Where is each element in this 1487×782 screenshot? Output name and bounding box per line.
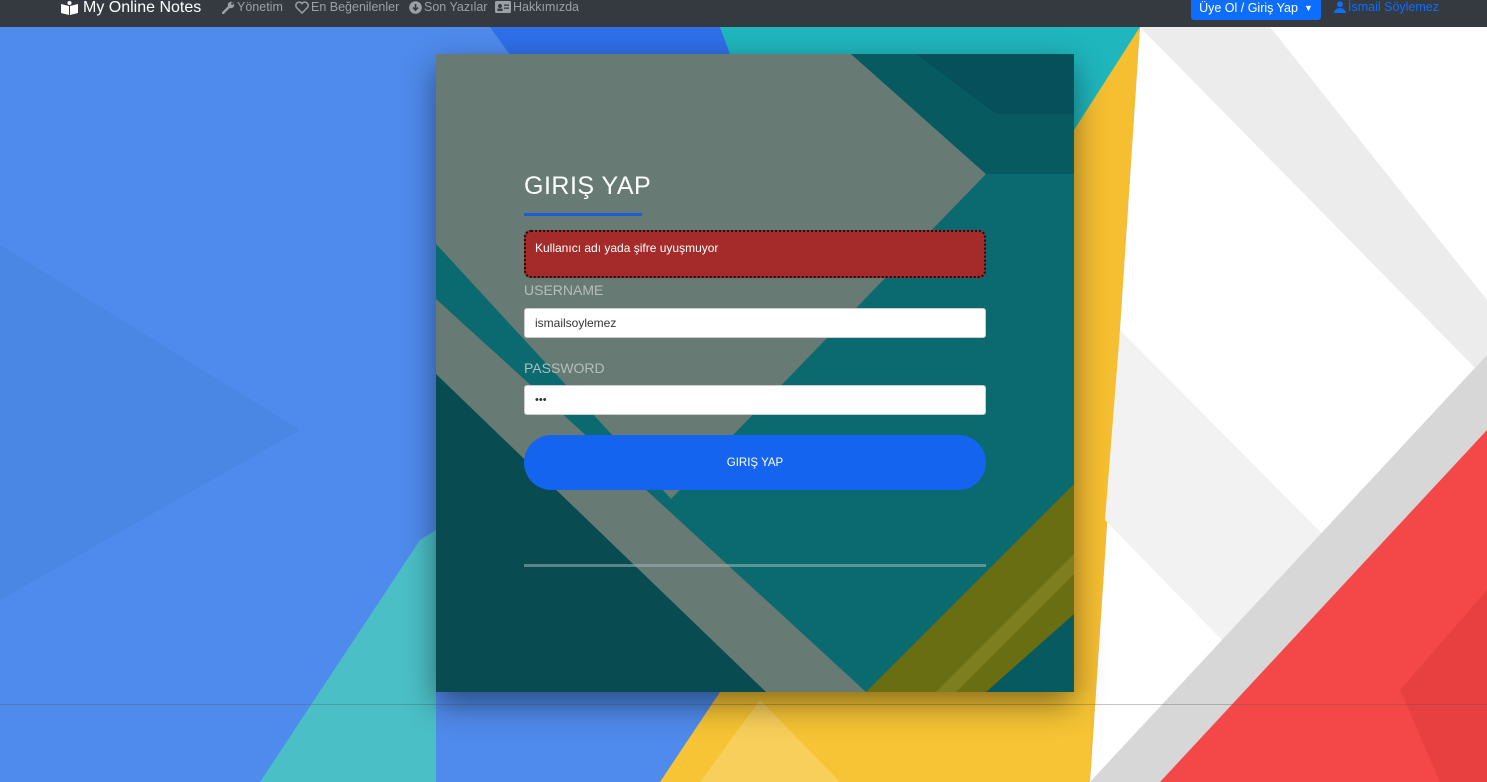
footer-divider — [0, 704, 1487, 705]
nav-link-label: Yönetim — [237, 0, 283, 14]
title-underline — [524, 213, 642, 216]
nav-link-label: En Beğenilenler — [311, 0, 400, 14]
arrow-circle-down-icon — [409, 0, 422, 14]
login-card: GIRIŞ YAP Kullanıcı adı yada şifre uyuşm… — [436, 54, 1074, 692]
nav-link-yonetim[interactable]: Yönetim — [222, 0, 283, 16]
account-dropdown-button[interactable]: Üye Ol / Giriş Yap ▼ — [1191, 0, 1321, 20]
account-dropdown-label: Üye Ol / Giriş Yap — [1199, 1, 1298, 15]
brand-link[interactable]: My Online Notes — [61, 0, 201, 19]
login-submit-button[interactable]: GIRIŞ YAP — [524, 435, 986, 490]
login-title: GIRIŞ YAP — [524, 172, 652, 200]
top-navbar: My Online Notes Yönetim En Beğenilenler … — [0, 0, 1487, 27]
wrench-icon — [222, 1, 235, 14]
username-input[interactable]: ismailsoylemez — [524, 308, 986, 338]
nav-link-son-yazilar[interactable]: Son Yazılar — [409, 0, 487, 16]
id-card-icon — [495, 1, 511, 13]
user-name: İsmail Söylemez — [1348, 0, 1439, 14]
nav-link-label: Hakkımızda — [513, 0, 579, 14]
nav-link-hakkimizda[interactable]: Hakkımızda — [495, 0, 579, 16]
username-label: USERNAME — [524, 282, 604, 298]
user-icon — [1334, 1, 1346, 13]
caret-down-icon: ▼ — [1303, 3, 1313, 13]
error-alert: Kullanıcı adı yada şifre uyuşmuyor — [524, 230, 986, 278]
nav-link-en-begenilenler[interactable]: En Beğenilenler — [295, 0, 399, 16]
nav-link-label: Son Yazılar — [424, 0, 488, 14]
heart-icon — [295, 0, 309, 14]
password-label: PASSWORD — [524, 360, 605, 376]
user-profile-link[interactable]: İsmail Söylemez — [1334, 0, 1439, 16]
password-input[interactable]: ••• — [524, 385, 986, 415]
form-divider — [524, 564, 986, 567]
brand-name: My Online Notes — [83, 0, 202, 16]
open-book-icon — [61, 1, 78, 15]
